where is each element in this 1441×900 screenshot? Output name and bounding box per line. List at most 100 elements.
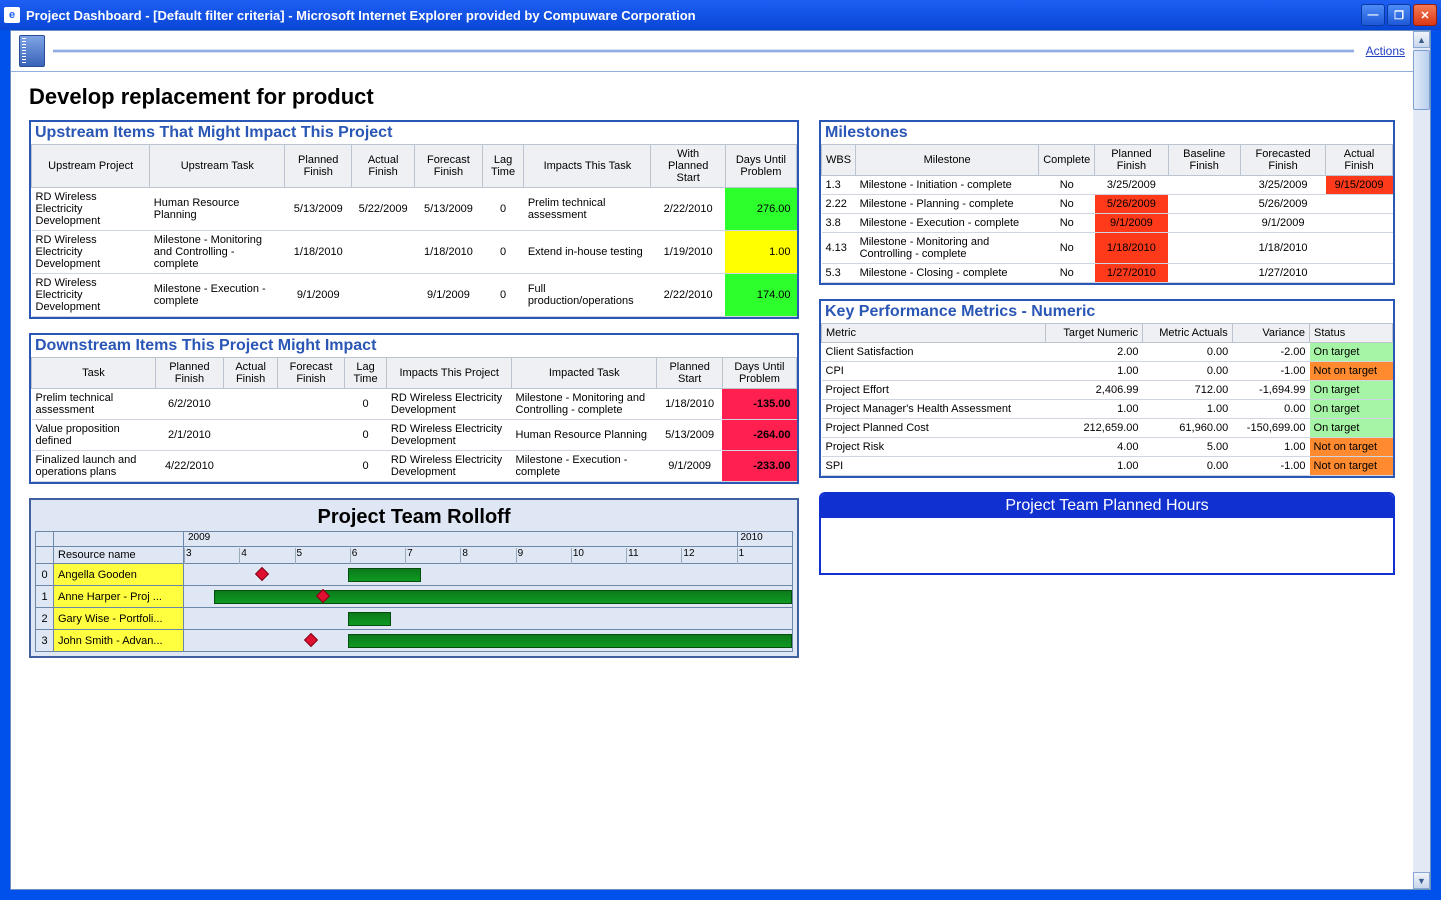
planned-hours-panel: Project Team Planned Hours (819, 492, 1395, 575)
table-row[interactable]: Value proposition defined2/1/20100RD Wir… (32, 420, 797, 451)
upstream-title: Upstream Items That Might Impact This Pr… (31, 122, 797, 144)
column-header: Days Until Problem (725, 145, 796, 188)
column-header: Upstream Project (32, 145, 150, 188)
notebook-icon (19, 35, 45, 67)
column-header: Forecasted Finish (1240, 145, 1325, 176)
month-tick: 8 (460, 548, 515, 564)
month-tick: 6 (350, 548, 405, 564)
planned-hours-title: Project Team Planned Hours (821, 494, 1393, 518)
upstream-table: Upstream ProjectUpstream TaskPlanned Fin… (31, 144, 797, 317)
milestones-panel: Milestones WBSMilestoneCompletePlanned F… (819, 120, 1395, 285)
rolloff-year-left: 2009 (186, 532, 737, 546)
column-header: Planned Start (657, 358, 722, 389)
actions-link[interactable]: Actions (1366, 44, 1405, 58)
gantt-bar (348, 568, 421, 582)
rolloff-row[interactable]: 2Gary Wise - Portfoli... (36, 608, 793, 630)
vertical-scrollbar[interactable]: ▲ ▼ (1413, 31, 1430, 889)
column-header: Days Until Problem (722, 358, 796, 389)
column-header: Metric (822, 324, 1046, 343)
resource-name: John Smith - Advan... (54, 630, 184, 652)
table-row[interactable]: 5.3Milestone - Closing - completeNo1/27/… (822, 264, 1393, 283)
resource-name: Anne Harper - Proj ... (54, 586, 184, 608)
table-row[interactable]: 1.3Milestone - Initiation - completeNo3/… (822, 176, 1393, 195)
column-header: Task (32, 358, 156, 389)
month-tick: 12 (681, 548, 736, 564)
days-until-problem: -233.00 (722, 451, 796, 482)
month-tick: 4 (239, 548, 294, 564)
column-header: Baseline Finish (1168, 145, 1240, 176)
month-tick: 1 (737, 548, 792, 564)
table-row[interactable]: Client Satisfaction2.000.00-2.00On targe… (822, 343, 1393, 362)
status-cell: On target (1310, 343, 1393, 362)
column-header: Lag Time (344, 358, 387, 389)
header-rule (53, 49, 1354, 53)
gantt-bar (214, 590, 792, 604)
browser-viewport: Actions Develop replacement for product … (10, 30, 1431, 890)
gantt-bar (348, 612, 391, 626)
page-title: Develop replacement for product (29, 84, 1395, 110)
column-header: Lag Time (482, 145, 523, 188)
month-tick: 11 (626, 548, 681, 564)
status-cell: On target (1310, 381, 1393, 400)
rolloff-table: 2009 2010 Resource name 34567891011121 (35, 531, 793, 652)
status-cell: On target (1310, 419, 1393, 438)
column-header: Impacted Task (512, 358, 657, 389)
rolloff-row[interactable]: 0Angella Gooden (36, 564, 793, 586)
rolloff-year-right: 2010 (737, 532, 792, 546)
column-header: Milestone (856, 145, 1039, 176)
gantt-bar (348, 634, 792, 648)
table-row[interactable]: Finalized launch and operations plans4/2… (32, 451, 797, 482)
table-row[interactable]: RD Wireless Electricity DevelopmentMiles… (32, 231, 797, 274)
column-header: Forecast Finish (278, 358, 344, 389)
table-row[interactable]: CPI1.000.00-1.00Not on target (822, 362, 1393, 381)
milestones-table: WBSMilestoneCompletePlanned FinishBaseli… (821, 144, 1393, 283)
metrics-panel: Key Performance Metrics - Numeric Metric… (819, 299, 1395, 478)
scroll-down-arrow[interactable]: ▼ (1413, 872, 1430, 889)
days-until-problem: -264.00 (722, 420, 796, 451)
scroll-track[interactable] (1413, 110, 1430, 872)
minimize-button[interactable]: — (1361, 4, 1385, 26)
metrics-table: MetricTarget NumericMetric ActualsVarian… (821, 323, 1393, 476)
milestones-title: Milestones (821, 122, 1393, 144)
table-row[interactable]: Project Effort2,406.99712.00-1,694.99On … (822, 381, 1393, 400)
table-row[interactable]: 2.22Milestone - Planning - completeNo5/2… (822, 195, 1393, 214)
table-row[interactable]: RD Wireless Electricity DevelopmentHuman… (32, 188, 797, 231)
month-tick: 3 (184, 548, 239, 564)
column-header: Planned Finish (285, 145, 352, 188)
column-header: WBS (822, 145, 856, 176)
month-tick: 9 (516, 548, 571, 564)
column-header: Planned Finish (1095, 145, 1168, 176)
table-row[interactable]: Project Risk4.005.001.00Not on target (822, 438, 1393, 457)
column-header: Complete (1039, 145, 1095, 176)
table-row[interactable]: Project Planned Cost212,659.0061,960.00-… (822, 419, 1393, 438)
close-button[interactable]: ✕ (1413, 4, 1437, 26)
rolloff-row[interactable]: 1Anne Harper - Proj ... (36, 586, 793, 608)
column-header: Upstream Task (150, 145, 285, 188)
downstream-table: TaskPlanned FinishActual FinishForecast … (31, 357, 797, 482)
resource-name: Angella Gooden (54, 564, 184, 586)
table-row[interactable]: RD Wireless Electricity DevelopmentMiles… (32, 274, 797, 317)
rolloff-row[interactable]: 3John Smith - Advan... (36, 630, 793, 652)
days-until-problem: 276.00 (725, 188, 796, 231)
table-row[interactable]: 3.8Milestone - Execution - completeNo9/1… (822, 214, 1393, 233)
status-cell: Not on target (1310, 438, 1393, 457)
table-row[interactable]: Project Manager's Health Assessment1.001… (822, 400, 1393, 419)
page-header-strip: Actions (11, 31, 1413, 72)
rolloff-title: Project Team Rolloff (35, 504, 793, 531)
table-row[interactable]: Prelim technical assessment6/2/20100RD W… (32, 389, 797, 420)
table-row[interactable]: 4.13Milestone - Monitoring and Controlli… (822, 233, 1393, 264)
days-until-problem: 1.00 (725, 231, 796, 274)
days-until-problem: 174.00 (725, 274, 796, 317)
milestone-diamond (304, 633, 318, 647)
status-cell: On target (1310, 400, 1393, 419)
maximize-button[interactable]: ❐ (1387, 4, 1411, 26)
scroll-thumb[interactable] (1413, 50, 1430, 110)
planned-hours-body (821, 518, 1393, 573)
window-titlebar: e Project Dashboard - [Default filter cr… (0, 0, 1441, 30)
table-row[interactable]: SPI1.000.00-1.00Not on target (822, 457, 1393, 476)
rolloff-resource-header: Resource name (54, 547, 184, 564)
resource-name: Gary Wise - Portfoli... (54, 608, 184, 630)
month-tick: 7 (405, 548, 460, 564)
scroll-up-arrow[interactable]: ▲ (1413, 31, 1430, 48)
column-header: Variance (1232, 324, 1309, 343)
